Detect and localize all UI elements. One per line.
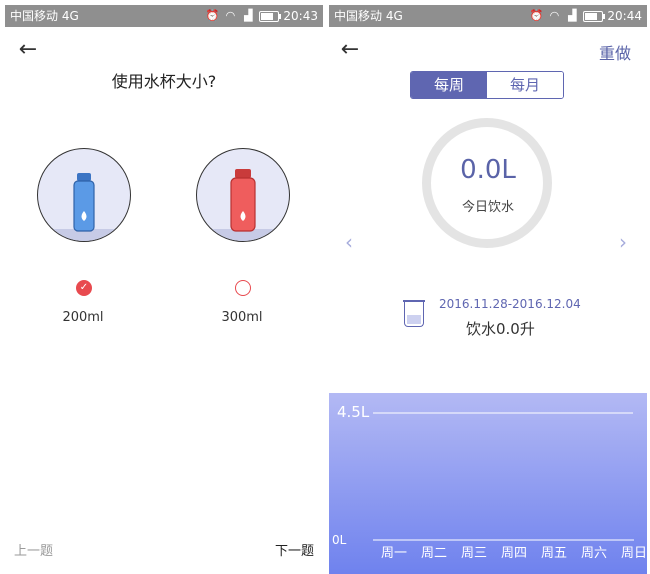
x-tick-label: 周六: [581, 546, 607, 561]
status-bar: 中国移动 4G ⏰ ◠ ▟ 20:44: [329, 5, 647, 27]
x-tick-label: 周二: [421, 546, 447, 561]
period-toggle: 每周 每月: [410, 71, 564, 99]
clock-label: 20:44: [607, 9, 642, 23]
tab-weekly[interactable]: 每周: [411, 72, 487, 98]
carrier-label: 中国移动 4G: [334, 9, 403, 23]
next-question-button[interactable]: 下一题: [275, 540, 314, 559]
signal-icon: ▟: [568, 9, 577, 22]
redo-button[interactable]: 重做: [599, 40, 631, 64]
x-tick-label: 周四: [501, 546, 527, 561]
x-tick-label: 周日: [621, 546, 647, 561]
weekly-intake-chart: 4.5L 0L 周一 周二 周三 周四 周五 周六 周日: [329, 393, 647, 574]
alarm-icon: ⏰: [529, 9, 544, 22]
water-cup-question-screen: 中国移动 4G ⏰ ◠ ▟ 20:43 ← 使用水杯大小? ✓ 200ml 30…: [5, 0, 323, 574]
chevron-right-icon[interactable]: ›: [619, 230, 627, 254]
today-amount: 0.0L: [460, 155, 516, 185]
x-tick-label: 周五: [541, 546, 567, 561]
wifi-icon: ◠: [225, 9, 236, 22]
red-bottle-icon: [230, 169, 256, 232]
option-label-300ml: 300ml: [221, 310, 263, 325]
y-tick-label: 4.5L: [337, 403, 370, 421]
alarm-icon: ⏰: [205, 9, 220, 22]
water-cup-icon: [403, 300, 425, 327]
status-bar: 中国移动 4G ⏰ ◠ ▟ 20:43: [5, 5, 323, 27]
back-arrow-icon[interactable]: ←: [15, 38, 41, 62]
water-stats-screen: 中国移动 4G ⏰ ◠ ▟ 20:44 ← 重做 每周 每月 0.0L 今日饮水…: [329, 0, 647, 574]
weekly-total: 饮水0.0升: [466, 320, 535, 338]
blue-bottle-icon: [73, 173, 95, 232]
x-tick-label: 周三: [461, 546, 487, 561]
tab-monthly[interactable]: 每月: [487, 72, 563, 98]
today-label: 今日饮水: [461, 200, 514, 215]
back-arrow-icon[interactable]: ←: [337, 38, 363, 62]
previous-question-button[interactable]: 上一题: [14, 540, 53, 559]
bottle-300ml-option[interactable]: [196, 148, 290, 242]
chevron-left-icon[interactable]: ‹: [345, 230, 353, 254]
radio-300ml-unchecked[interactable]: [235, 280, 251, 296]
radio-200ml-checked[interactable]: ✓: [76, 280, 92, 296]
carrier-label: 中国移动 4G: [10, 9, 79, 23]
date-range: 2016.11.28-2016.12.04: [439, 297, 581, 311]
option-label-200ml: 200ml: [62, 310, 104, 325]
question-title: 使用水杯大小?: [111, 72, 217, 91]
bottle-200ml-option[interactable]: [37, 148, 131, 242]
y-tick-label: 0L: [332, 533, 347, 547]
wifi-icon: ◠: [549, 9, 560, 22]
clock-label: 20:43: [283, 9, 318, 23]
x-tick-label: 周一: [381, 546, 407, 561]
signal-icon: ▟: [244, 9, 253, 22]
battery-icon: [259, 10, 282, 22]
battery-icon: [583, 10, 606, 22]
